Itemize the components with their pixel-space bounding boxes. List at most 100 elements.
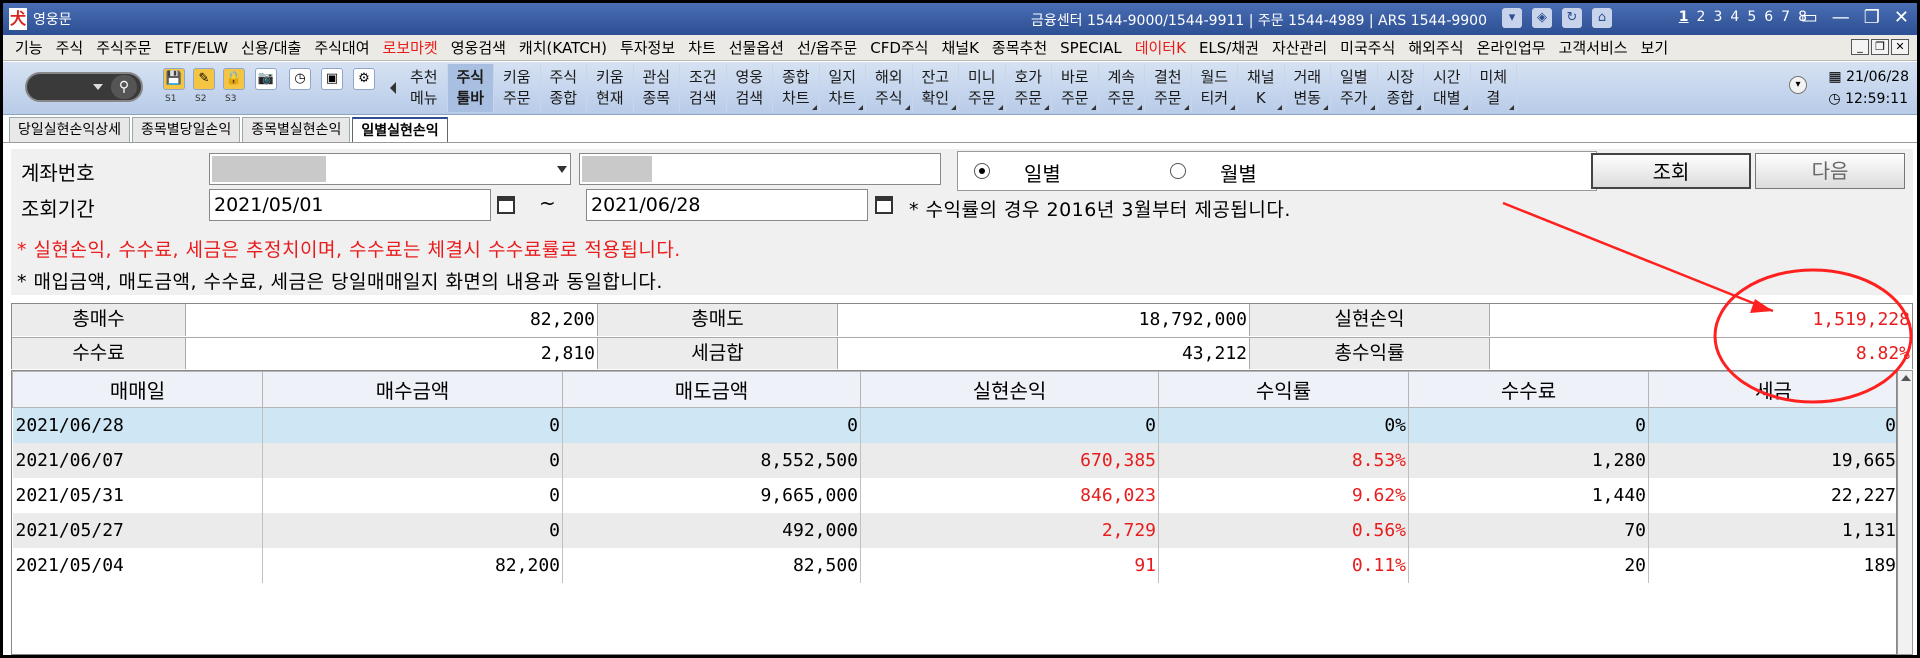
tab-3[interactable]: 종목별실현손익 — [242, 117, 351, 143]
end-date-input[interactable]: 2021/06/28 — [586, 189, 868, 221]
scroll-up-icon[interactable] — [1901, 375, 1911, 381]
chevron-left-icon[interactable] — [390, 82, 396, 94]
menu-item[interactable]: 기능 — [15, 37, 43, 58]
menu-item[interactable]: 차트 — [688, 37, 716, 58]
toolbar-button[interactable]: 시간 대별 — [1424, 64, 1471, 112]
window-number-1[interactable]: 1 — [1679, 9, 1689, 25]
toolbar-button[interactable]: 바로 주문 — [1052, 64, 1099, 112]
toolbar-button[interactable]: 미니 주문 — [959, 64, 1006, 112]
next-button[interactable]: 다음 — [1755, 153, 1905, 189]
menu-item[interactable]: 영웅검색 — [451, 37, 506, 58]
toolbar-button[interactable]: 시장 종합 — [1378, 64, 1424, 112]
mdi-restore-icon[interactable]: ❐ — [1871, 39, 1889, 55]
table-row[interactable]: 2021/06/07 0 8,552,500 670,385 8.53% 1,280 19,… — [12, 442, 1896, 478]
toolbar-button[interactable]: 관심 종목 — [634, 64, 680, 112]
tab-2[interactable]: 종목별당일손익 — [132, 117, 241, 143]
home-icon[interactable]: ⌂ — [1592, 8, 1612, 28]
toolbar-button[interactable]: 채널 K — [1238, 64, 1285, 112]
menu-item[interactable]: 해외주식 — [1408, 37, 1463, 58]
shield-icon[interactable]: ◈ — [1532, 8, 1552, 28]
menu-item[interactable]: 주식대여 — [314, 37, 369, 58]
column-header[interactable]: 매도금액 — [562, 371, 861, 408]
toolbar-button[interactable]: 일지 차트 — [820, 64, 866, 112]
radio-daily[interactable] — [974, 163, 990, 179]
minimize-icon[interactable]: — — [1832, 7, 1850, 28]
lock-icon[interactable]: 🔒 — [223, 68, 245, 90]
close-icon[interactable]: ✕ — [1894, 7, 1909, 28]
vertical-scrollbar[interactable] — [1897, 370, 1913, 655]
column-header[interactable]: 수수료 — [1408, 371, 1649, 408]
column-header[interactable]: 세금 — [1648, 371, 1896, 408]
radio-monthly[interactable] — [1170, 163, 1186, 179]
toolbar-button[interactable]: 영웅 검색 — [727, 64, 773, 112]
window-number-3[interactable]: 3 — [1713, 9, 1722, 25]
column-header[interactable]: 수익률 — [1158, 371, 1409, 408]
menu-item[interactable]: 주식주문 — [96, 37, 151, 58]
menu-item[interactable]: SPECIAL — [1060, 39, 1122, 57]
camera-icon[interactable]: 📷 — [255, 68, 277, 90]
menu-item[interactable]: 종목추천 — [992, 37, 1047, 58]
account-number-select[interactable] — [209, 153, 571, 185]
toolbar-button[interactable]: 키움 주문 — [494, 64, 541, 112]
menu-item[interactable]: ELS/채권 — [1199, 37, 1259, 58]
window-number-6[interactable]: 6 — [1764, 9, 1773, 25]
menu-item[interactable]: 주식 — [56, 37, 84, 58]
menu-item[interactable]: 미국주식 — [1340, 37, 1395, 58]
toolbar-button[interactable]: 계속 주문 — [1099, 64, 1145, 112]
save-icon[interactable]: 💾 — [163, 68, 185, 90]
toolbar-button[interactable]: 거래 변동 — [1285, 64, 1331, 112]
toolbar-button[interactable]: 잔고 확인 — [913, 64, 959, 112]
menu-item[interactable]: CFD주식 — [870, 37, 928, 58]
window-number-7[interactable]: 7 — [1781, 9, 1790, 25]
toolbar-button[interactable]: 주식 툴바 — [447, 64, 494, 112]
toolbar-button[interactable]: 키움 현재 — [587, 64, 634, 112]
presentation-icon[interactable]: ▣ — [321, 68, 343, 90]
menu-item[interactable]: 보기 — [1641, 37, 1669, 58]
toolbar-button[interactable]: 호가 주문 — [1006, 64, 1052, 112]
table-row[interactable]: 2021/05/27 0 492,000 2,729 0.56% 70 1,131 — [12, 512, 1896, 548]
dropdown-icon[interactable]: ▾ — [1502, 8, 1522, 28]
menu-item[interactable]: 채널K — [941, 37, 978, 58]
toolbar-button[interactable]: 주식 종합 — [541, 64, 587, 112]
menu-item[interactable]: 신용/대출 — [241, 37, 301, 58]
query-button[interactable]: 조회 — [1591, 153, 1751, 189]
table-row[interactable]: 2021/06/28 0 0 0 0% 0 0 — [12, 407, 1896, 443]
toolbar-button[interactable]: 일별 주가 — [1331, 64, 1378, 112]
column-header[interactable]: 매수금액 — [262, 371, 563, 408]
start-date-input[interactable]: 2021/05/01 — [209, 189, 491, 221]
menu-item[interactable]: 온라인업무 — [1477, 37, 1546, 58]
menu-item[interactable]: 선물옵션 — [729, 37, 784, 58]
tab-1[interactable]: 당일실현손익상세 — [9, 117, 131, 143]
toolbar-button[interactable]: 월드 티커 — [1192, 64, 1238, 112]
chevron-down-icon[interactable]: ▾ — [1789, 76, 1807, 94]
refresh-icon[interactable]: ↻ — [1562, 8, 1582, 28]
mdi-minimize-icon[interactable]: _ — [1851, 39, 1869, 55]
code-search-box[interactable]: ⚲ — [25, 72, 143, 102]
toolbar-button[interactable]: 해외 주식 — [866, 64, 913, 112]
restore-icon[interactable]: ❐ — [1864, 7, 1880, 28]
monitor-icon[interactable]: ▭ — [1801, 7, 1818, 28]
menu-item[interactable]: 캐치(KATCH) — [519, 37, 607, 58]
account-password-field[interactable] — [579, 153, 941, 185]
window-number-4[interactable]: 4 — [1730, 9, 1739, 25]
search-icon[interactable]: ⚲ — [111, 75, 137, 99]
toolbar-button[interactable]: 미체 결 — [1471, 64, 1517, 112]
calendar-icon[interactable] — [497, 196, 515, 214]
menu-item[interactable]: 자산관리 — [1272, 37, 1327, 58]
chevron-down-icon[interactable] — [93, 84, 103, 90]
table-row[interactable]: 2021/05/04 82,200 82,500 91 0.11% 20 189 — [12, 547, 1896, 583]
mdi-close-icon[interactable]: ✕ — [1891, 39, 1909, 55]
menu-item[interactable]: 데이터K — [1135, 37, 1186, 58]
menu-item[interactable]: 고객서비스 — [1559, 37, 1628, 58]
toolbar-button[interactable]: 결천 주문 — [1145, 64, 1192, 112]
toolbar-button[interactable]: 추천 메뉴 — [401, 64, 448, 112]
clock-icon[interactable]: ◷ — [289, 68, 311, 90]
column-header[interactable]: 매매일 — [12, 371, 263, 408]
menu-item[interactable]: ETF/ELW — [164, 39, 228, 57]
gear-icon[interactable]: ⚙ — [353, 68, 375, 90]
toolbar-button[interactable]: 조건 검색 — [680, 64, 727, 112]
toolbar-button[interactable]: 종합 차트 — [773, 64, 820, 112]
menu-item[interactable]: 투자정보 — [620, 37, 675, 58]
window-number-5[interactable]: 5 — [1747, 9, 1756, 25]
menu-item[interactable]: 선/옵주문 — [797, 37, 857, 58]
